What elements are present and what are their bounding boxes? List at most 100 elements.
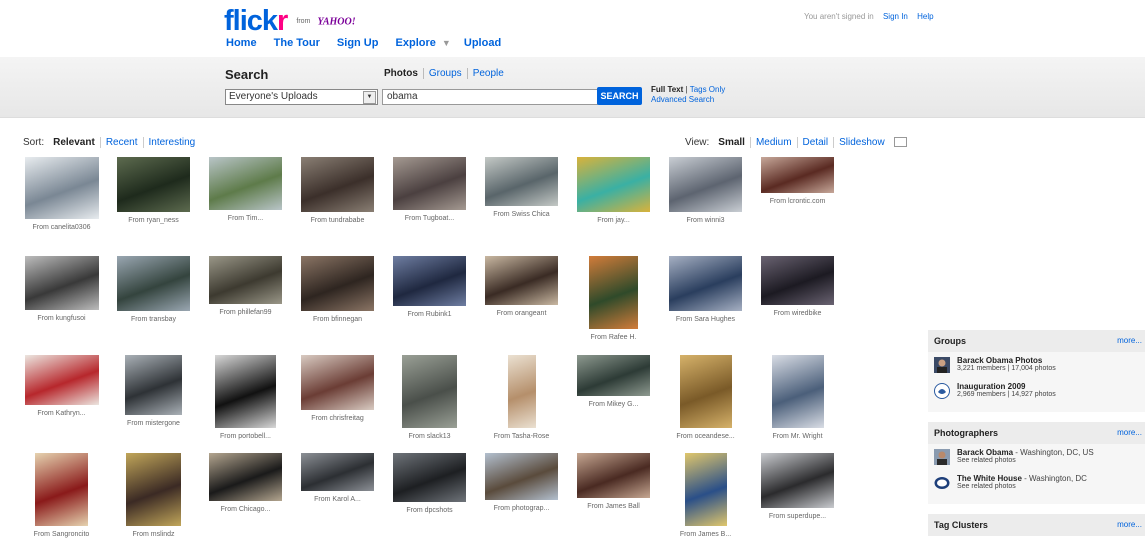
photo-owner-link[interactable]: From portobell... [200, 433, 291, 440]
tag-clusters-more-link[interactable]: more... [1117, 514, 1142, 536]
search-button[interactable]: SEARCH [597, 87, 642, 105]
photo-image[interactable] [485, 256, 558, 305]
photographer-name[interactable]: The White House [957, 474, 1022, 483]
photo-thumb[interactable]: From slack13 [384, 355, 475, 440]
photo-owner-link[interactable]: From orangeant [476, 310, 567, 317]
photo-image[interactable] [209, 453, 282, 501]
photo-thumb[interactable]: From Sangroncito [16, 453, 107, 538]
photo-thumb[interactable]: From bfinnegan [292, 256, 383, 323]
dropdown-arrow-icon[interactable]: ▼ [363, 91, 376, 104]
photo-owner-link[interactable]: From lcrontic.com [752, 198, 843, 205]
sort-relevant[interactable]: Relevant [49, 137, 100, 148]
chevron-down-icon[interactable]: ▼ [442, 38, 451, 48]
help-link[interactable]: Help [917, 12, 933, 21]
photo-image[interactable] [24, 355, 99, 405]
photo-owner-link[interactable]: From chrisfreitag [292, 415, 383, 422]
photo-owner-link[interactable]: From dpcshots [384, 507, 475, 514]
see-related-link[interactable]: See related photos [957, 457, 1145, 464]
photo-thumb[interactable]: From orangeant [476, 256, 567, 317]
photo-thumb[interactable]: From transbay [108, 256, 199, 323]
photo-owner-link[interactable]: From Tim... [200, 215, 291, 222]
sort-interesting[interactable]: Interesting [142, 137, 201, 148]
photo-image[interactable] [761, 453, 834, 508]
photo-image[interactable] [577, 355, 650, 396]
photo-thumb[interactable]: From kungfusoi [16, 256, 107, 322]
group-item[interactable]: Inauguration 2009 2,969 members | 14,927… [928, 382, 1145, 408]
photo-thumb[interactable]: From Tugboat... [384, 157, 475, 222]
photo-image[interactable] [577, 453, 650, 498]
nav-upload[interactable]: Upload [464, 37, 501, 49]
group-item[interactable]: Barack Obama Photos 3,221 members | 17,0… [928, 356, 1145, 382]
photo-thumb[interactable]: From Mikey G... [568, 355, 659, 408]
view-slideshow[interactable]: Slideshow [833, 137, 890, 148]
photo-image[interactable] [485, 157, 558, 206]
advanced-search-link[interactable]: Advanced Search [651, 95, 714, 104]
photo-owner-link[interactable]: From photograp... [476, 505, 567, 512]
flickr-logo[interactable]: flickr from YAHOO! [224, 6, 356, 37]
photo-owner-link[interactable]: From mistergone [108, 420, 199, 427]
photo-owner-link[interactable]: From Swiss Chica [476, 211, 567, 218]
photo-image[interactable] [393, 256, 466, 306]
photo-owner-link[interactable]: From Sara Hughes [660, 316, 751, 323]
photo-thumb[interactable]: From lcrontic.com [752, 157, 843, 205]
photo-owner-link[interactable]: From wiredbike [752, 310, 843, 317]
photo-owner-link[interactable]: From Mikey G... [568, 401, 659, 408]
tags-only-link[interactable]: Tags Only [690, 85, 726, 94]
photo-image[interactable] [393, 453, 466, 502]
photo-owner-link[interactable]: From phillefan99 [200, 309, 291, 316]
photo-image[interactable] [577, 157, 650, 212]
photo-image[interactable] [301, 453, 374, 491]
photo-owner-link[interactable]: From jay... [568, 217, 659, 224]
photo-owner-link[interactable]: From Tasha-Rose [476, 433, 567, 440]
photo-image[interactable] [679, 355, 732, 428]
photo-owner-link[interactable]: From oceandese... [660, 433, 751, 440]
photo-thumb[interactable]: From superdupe... [752, 453, 843, 520]
view-medium[interactable]: Medium [749, 137, 797, 148]
photo-thumb[interactable]: From Swiss Chica [476, 157, 567, 218]
photo-owner-link[interactable]: From canelita0306 [16, 224, 107, 231]
photo-image[interactable] [589, 256, 638, 329]
photo-owner-link[interactable]: From superdupe... [752, 513, 843, 520]
photo-image[interactable] [684, 453, 727, 526]
full-text-option[interactable]: Full Text [651, 85, 683, 94]
photo-thumb[interactable]: From mslindz [108, 453, 199, 538]
photo-thumb[interactable]: From Rafee H. [568, 256, 659, 341]
photo-owner-link[interactable]: From bfinnegan [292, 316, 383, 323]
photo-owner-link[interactable]: From Chicago... [200, 506, 291, 513]
photographers-more-link[interactable]: more... [1117, 422, 1142, 444]
photo-thumb[interactable]: From Kathryn... [16, 355, 107, 417]
group-name[interactable]: Inauguration 2009 [957, 382, 1145, 391]
photo-thumb[interactable]: From winni3 [660, 157, 751, 224]
photo-image[interactable] [301, 157, 374, 212]
sort-recent[interactable]: Recent [99, 137, 143, 148]
photo-thumb[interactable]: From tundrababe [292, 157, 383, 224]
photo-image[interactable] [209, 157, 282, 210]
photo-owner-link[interactable]: From ryan_ness [108, 217, 199, 224]
photo-owner-link[interactable]: From Kathryn... [16, 410, 107, 417]
photo-thumb[interactable]: From ryan_ness [108, 157, 199, 224]
photo-thumb[interactable]: From James B... [660, 453, 751, 538]
photo-owner-link[interactable]: From transbay [108, 316, 199, 323]
photo-owner-link[interactable]: From James B... [660, 531, 751, 538]
photo-owner-link[interactable]: From kungfusoi [16, 315, 107, 322]
group-name[interactable]: Barack Obama Photos [957, 356, 1145, 365]
photo-thumb[interactable]: From oceandese... [660, 355, 751, 440]
photo-owner-link[interactable]: From slack13 [384, 433, 475, 440]
nav-home[interactable]: Home [226, 37, 257, 49]
photo-image[interactable] [125, 355, 182, 415]
photo-owner-link[interactable]: From mslindz [108, 531, 199, 538]
photo-image[interactable] [761, 256, 834, 305]
photo-thumb[interactable]: From Tasha-Rose [476, 355, 567, 440]
photo-owner-link[interactable]: From tundrababe [292, 217, 383, 224]
nav-signup[interactable]: Sign Up [337, 37, 379, 49]
tab-photos[interactable]: Photos [384, 68, 423, 79]
photo-owner-link[interactable]: From winni3 [660, 217, 751, 224]
photo-owner-link[interactable]: From Mr. Wright [752, 433, 843, 440]
photo-image[interactable] [24, 157, 99, 219]
photo-thumb[interactable]: From canelita0306 [16, 157, 107, 231]
see-related-link[interactable]: See related photos [957, 483, 1145, 490]
nav-explore[interactable]: Explore [396, 37, 436, 49]
photo-image[interactable] [117, 157, 190, 212]
photo-thumb[interactable]: From James Ball [568, 453, 659, 510]
photo-image[interactable] [393, 157, 466, 210]
